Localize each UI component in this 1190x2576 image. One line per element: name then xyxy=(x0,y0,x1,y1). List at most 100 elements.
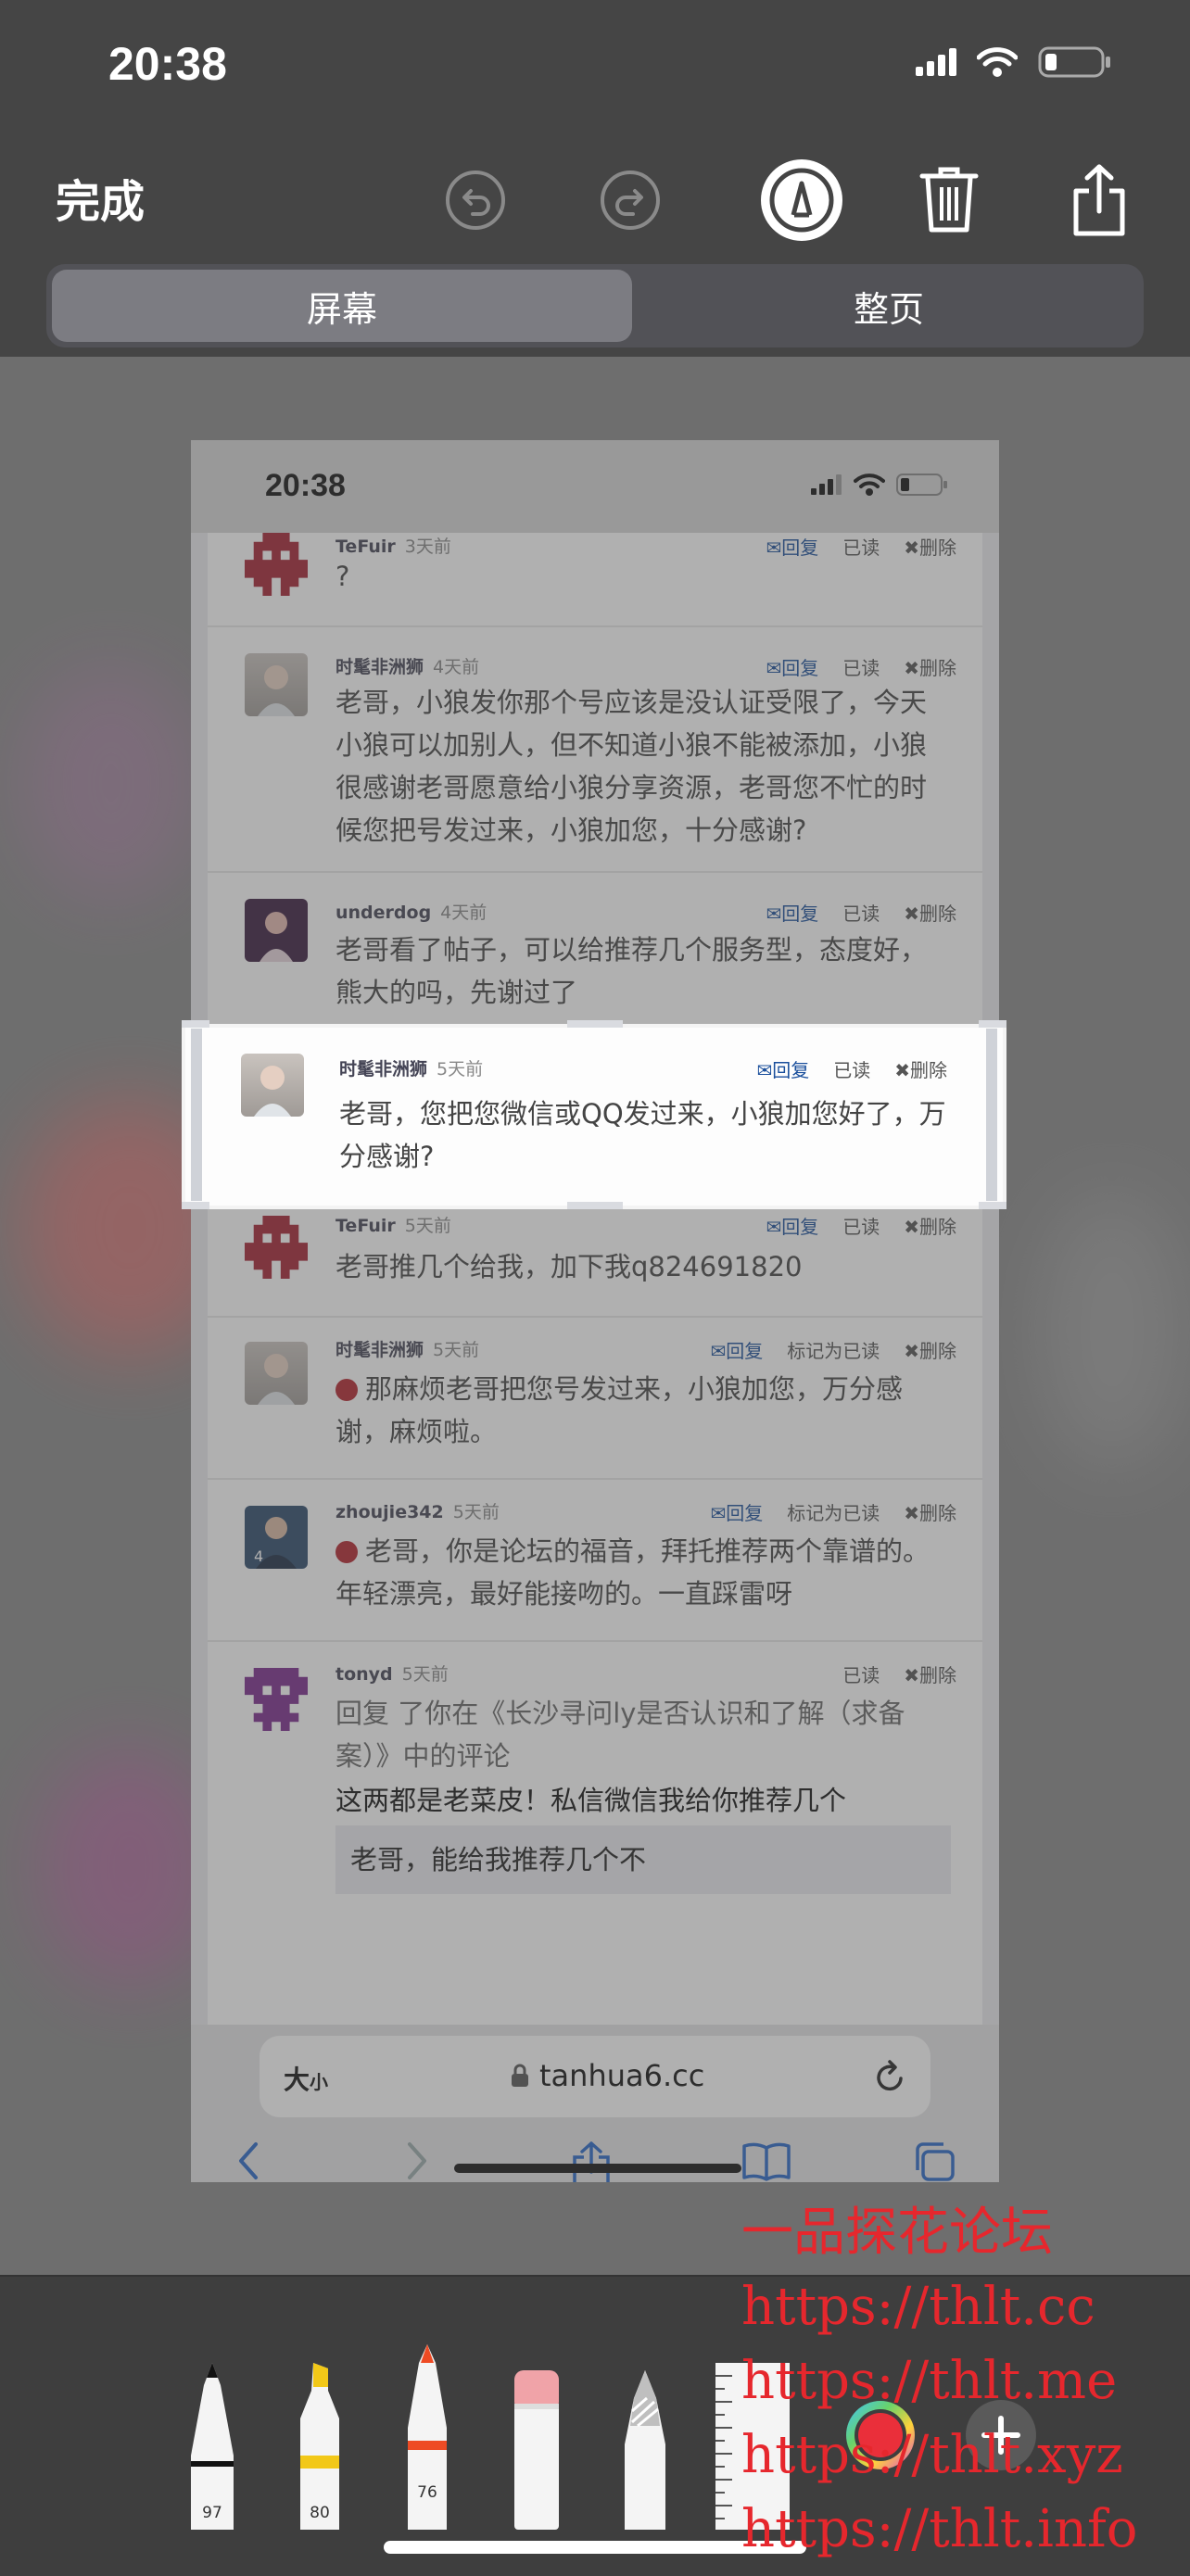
username[interactable]: underdog xyxy=(335,903,431,923)
reply-notice[interactable]: 回复 了你在《长沙寻问ly是否认识和了解（求备案）》中的评论 xyxy=(335,1692,947,1777)
share-icon[interactable] xyxy=(571,2140,612,2182)
watermark-line: https://thlt.cc xyxy=(741,2277,1095,2337)
markup-toolbar: 完成 xyxy=(0,139,1190,264)
comment-text: 老哥推几个给我，加下我q824691820 xyxy=(335,1251,803,1282)
time-ago: 5天前 xyxy=(404,1216,451,1236)
time-ago: 5天前 xyxy=(452,1502,500,1522)
crop-handle[interactable] xyxy=(191,1029,202,1201)
username[interactable]: TeFuir xyxy=(335,1216,396,1236)
lasso-tool[interactable] xyxy=(619,2370,671,2530)
username[interactable]: 时髦非洲狮 xyxy=(339,1059,427,1080)
tab-full-page[interactable]: 整页 xyxy=(639,270,1138,342)
status-bar: 20:38 xyxy=(0,0,1190,139)
signal-icon xyxy=(916,48,956,76)
delete-link[interactable]: ✖删除 xyxy=(904,1498,956,1525)
pen-width: 97 xyxy=(202,2504,222,2522)
username[interactable]: 时髦非洲狮 xyxy=(335,657,424,677)
time-ago: 5天前 xyxy=(401,1664,449,1685)
delete-link[interactable]: ✖删除 xyxy=(904,1336,956,1363)
markup-canvas[interactable]: 20:38 TeFuir3天前 ✉回复已读✖删除 ? 时髦非洲狮4天前 xyxy=(0,357,1190,2275)
redo-icon xyxy=(601,170,660,230)
address-bar[interactable]: 大小 tanhua6.cc xyxy=(260,2036,930,2117)
watermark-line: https://thlt.me xyxy=(741,2351,1118,2411)
delete-link[interactable]: ✖删除 xyxy=(904,653,956,680)
list-item: 4 zhoujie342 5天前 ✉回复 标记为已读 ✖删除 老哥，你是论坛的福音，拜… xyxy=(208,1478,982,1642)
list-item: TeFuir 3天前 ✉回复 已读 ✖删除 ? xyxy=(208,533,982,627)
pencil-tool[interactable]: 76 xyxy=(400,2344,454,2530)
username[interactable]: tonyd xyxy=(335,1664,393,1685)
username[interactable]: 时髦非洲狮 xyxy=(335,1340,424,1360)
read-status: 已读 xyxy=(842,903,880,925)
comment-text: 老哥，你是论坛的福音，拜托推荐两个靠谱的。年轻漂亮，最好能接吻的。一直踩雷呀 xyxy=(335,1535,930,1610)
delete-link[interactable]: ✖删除 xyxy=(894,1055,947,1082)
time-ago: 5天前 xyxy=(433,1340,480,1360)
time-ago: 4天前 xyxy=(433,657,480,677)
avatar xyxy=(245,1342,308,1405)
mark-read-link[interactable]: 标记为已读 xyxy=(787,1498,880,1525)
markup-pen-button[interactable] xyxy=(755,154,848,246)
avatar: 4 xyxy=(245,1506,308,1569)
reply-link[interactable]: ✉回复 xyxy=(756,1055,809,1082)
eraser-tool[interactable] xyxy=(511,2370,563,2530)
delete-link[interactable]: ✖删除 xyxy=(904,1212,956,1239)
time-ago: 3天前 xyxy=(404,537,451,557)
time-ago: 5天前 xyxy=(437,1059,484,1080)
delete-link[interactable]: ✖删除 xyxy=(904,1661,956,1687)
delete-link[interactable]: ✖删除 xyxy=(904,899,956,926)
comment-text: 老哥，小狼发你那个号应该是没认证受限了，今天小狼可以加别人，但不知道小狼不能被添… xyxy=(335,687,928,846)
list-item: 时髦非洲狮 5天前 ✉回复 标记为已读 ✖删除 那麻烦老哥把您号发过来，小狼加您，万分… xyxy=(208,1316,982,1480)
bookmarks-icon[interactable] xyxy=(741,2140,791,2181)
signal-icon xyxy=(811,474,842,495)
selected-region[interactable]: 时髦非洲狮 5天前 ✉回复 已读 ✖删除 老哥，您把您微信或QQ发过来，小狼加您好了，… xyxy=(182,1024,1006,1209)
watermark: 一品探花论坛 https://thlt.cc https://thlt.me h… xyxy=(741,2196,1137,2567)
crop-handle[interactable] xyxy=(182,1202,209,1209)
list-item: TeFuir 5天前 ✉回复 已读 ✖删除 老哥推几个给我，加下我q824691820 xyxy=(208,1195,982,1318)
reply-link[interactable]: ✉回复 xyxy=(766,899,818,926)
reload-icon[interactable] xyxy=(873,2058,908,2095)
crop-handle[interactable] xyxy=(567,1202,623,1209)
comment-text: ? xyxy=(335,561,350,592)
mark-read-link[interactable]: 标记为已读 xyxy=(787,1336,880,1363)
read-status: 已读 xyxy=(842,1216,880,1238)
crop-handle[interactable] xyxy=(979,1202,1006,1209)
crop-handle[interactable] xyxy=(182,1020,209,1028)
status-time: 20:38 xyxy=(108,38,227,90)
crop-handle[interactable] xyxy=(979,1020,1006,1028)
reply-link[interactable]: ✉回复 xyxy=(766,1212,818,1239)
redo-button[interactable] xyxy=(584,154,677,246)
time-ago: 4天前 xyxy=(440,903,487,923)
watermark-line: https://thlt.xyz xyxy=(741,2425,1123,2485)
preview-status-time: 20:38 xyxy=(265,468,346,503)
delete-button[interactable] xyxy=(903,154,995,246)
trash-icon xyxy=(919,167,979,233)
text-size-button[interactable]: 大小 xyxy=(284,2060,328,2097)
done-button[interactable]: 完成 xyxy=(56,165,145,230)
avatar xyxy=(245,653,308,716)
reply-link[interactable]: ✉回复 xyxy=(766,653,818,680)
highlighter-tool[interactable]: 80 xyxy=(293,2363,347,2530)
pen-tool[interactable]: 97 xyxy=(185,2363,239,2530)
crop-handle[interactable] xyxy=(986,1029,997,1201)
crop-handle[interactable] xyxy=(567,1020,623,1028)
home-indicator xyxy=(454,2164,741,2173)
url-text: tanhua6.cc xyxy=(539,2058,705,2093)
unread-dot xyxy=(335,1379,358,1401)
reply-link[interactable]: ✉回复 xyxy=(710,1498,763,1525)
list-item: tonyd 5天前 已读 ✖删除 回复 了你在《长沙寻问ly是否认识和了解（求备案）… xyxy=(208,1640,982,1937)
back-icon[interactable] xyxy=(235,2140,261,2181)
unread-dot xyxy=(335,1541,358,1563)
forward-icon[interactable] xyxy=(404,2140,430,2181)
wifi-icon xyxy=(977,47,1018,77)
tabs-icon[interactable] xyxy=(912,2140,956,2182)
share-icon xyxy=(1073,164,1125,236)
username[interactable]: TeFuir xyxy=(335,537,396,557)
svg-text:4: 4 xyxy=(254,1547,263,1565)
tab-screen[interactable]: 屏幕 xyxy=(52,270,632,342)
undo-button[interactable] xyxy=(429,154,522,246)
share-button[interactable] xyxy=(1053,154,1146,246)
comment-text: 老哥，您把您微信或QQ发过来，小狼加您好了，万分感谢? xyxy=(339,1098,946,1172)
reply-link[interactable]: ✉回复 xyxy=(710,1336,763,1363)
read-status: 已读 xyxy=(833,1059,871,1081)
browser-toolbar: 大小 tanhua6.cc xyxy=(191,2025,999,2182)
username[interactable]: zhoujie342 xyxy=(335,1502,444,1522)
